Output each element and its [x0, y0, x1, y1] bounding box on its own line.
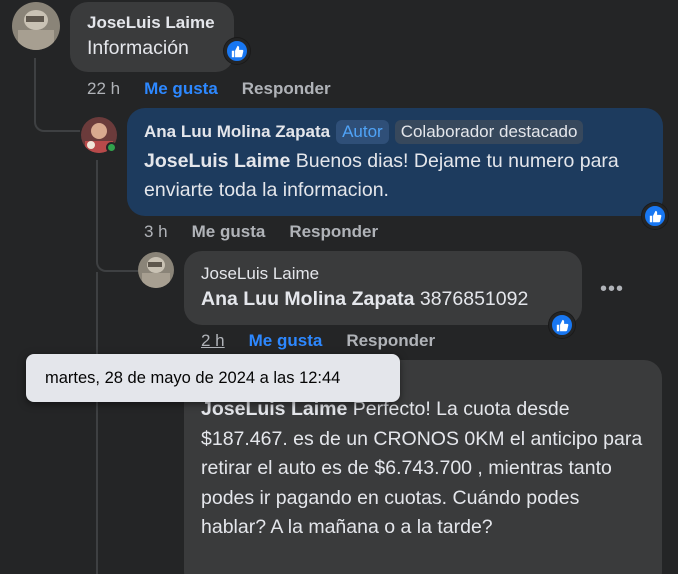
thread-line — [96, 272, 98, 574]
like-thumb-icon — [649, 210, 661, 222]
comment-bubble: JoseLuis Laime Información — [70, 2, 234, 72]
comment-author[interactable]: JoseLuis Laime — [87, 12, 217, 34]
reply-button[interactable]: Responder — [289, 222, 378, 242]
mention-link[interactable]: JoseLuis Laime — [144, 150, 290, 172]
comment-actions: 2 h Me gusta Responder — [201, 331, 435, 351]
comment-header: Ana Luu Molina Zapata Autor Colaborador … — [144, 120, 646, 144]
comment-timestamp[interactable]: 3 h — [144, 222, 168, 242]
comment-bubble: Ana Luu Molina Zapata Autor Colaborador … — [127, 108, 663, 216]
more-icon[interactable]: ••• — [600, 278, 624, 301]
author-tag: Autor — [336, 120, 389, 144]
like-reaction-badge[interactable] — [224, 38, 250, 64]
like-thumb-icon — [556, 319, 568, 331]
like-button[interactable]: Me gusta — [249, 331, 323, 351]
timestamp-tooltip: martes, 28 de mayo de 2024 a las 12:44 — [26, 354, 400, 402]
comment-text: Información — [87, 37, 189, 59]
comment-timestamp[interactable]: 2 h — [201, 331, 225, 351]
like-reaction-badge[interactable] — [549, 312, 575, 338]
online-status-icon — [106, 142, 117, 153]
comment-text: JoseLuis Laime Perfecto! La cuota desde … — [201, 395, 645, 543]
comment-body: 3876851092 — [414, 288, 529, 310]
like-button[interactable]: Me gusta — [192, 222, 266, 242]
reply-button[interactable]: Responder — [242, 79, 331, 99]
mention-link[interactable]: Ana Luu Molina Zapata — [201, 288, 414, 310]
avatar[interactable] — [138, 252, 174, 288]
avatar[interactable] — [12, 2, 60, 50]
comment-text: JoseLuis Laime Buenos dias! Dejame tu nu… — [144, 147, 646, 205]
comment-bubble: JoseLuis Laime Ana Luu Molina Zapata 387… — [184, 251, 582, 325]
comment-author[interactable]: JoseLuis Laime — [201, 263, 565, 285]
like-button[interactable]: Me gusta — [144, 79, 218, 99]
reply-button[interactable]: Responder — [346, 331, 435, 351]
comment-actions: 22 h Me gusta Responder — [87, 79, 331, 99]
comment-actions: 3 h Me gusta Responder — [144, 222, 378, 242]
top-contributor-badge[interactable]: Colaborador destacado — [394, 120, 584, 144]
comment-text: Ana Luu Molina Zapata 3876851092 — [201, 285, 565, 313]
comment-timestamp[interactable]: 22 h — [87, 79, 120, 99]
like-reaction-badge[interactable] — [642, 203, 668, 229]
thread-line — [34, 58, 80, 132]
comment-author[interactable]: Ana Luu Molina Zapata — [144, 121, 330, 143]
like-thumb-icon — [231, 45, 243, 57]
